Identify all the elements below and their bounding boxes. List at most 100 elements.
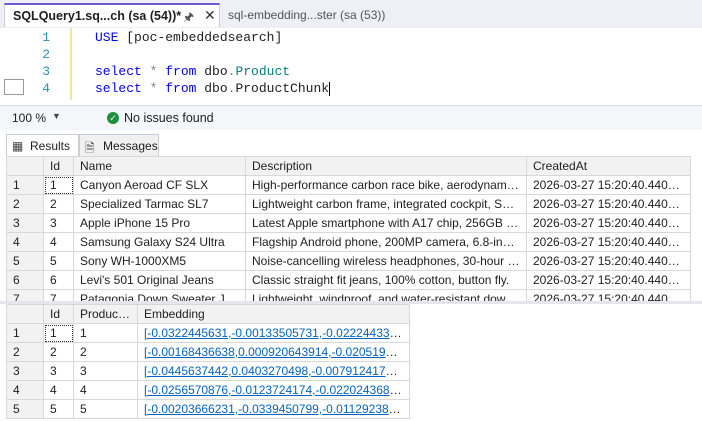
table-cell[interactable]: 2 [73, 342, 138, 362]
tab-results[interactable]: ▦ Results [6, 134, 79, 156]
table-cell[interactable]: 3 [43, 213, 74, 233]
table-cell[interactable]: Lightweight, windproof, and water-resist… [245, 289, 527, 301]
table-cell[interactable]: 1 [73, 323, 138, 343]
editor-line[interactable]: 4 select * from dbo.ProductChunk [0, 81, 702, 98]
table-cell[interactable]: [-0.0322445631,-0.00133505731,-0.0222443… [137, 323, 410, 343]
embedding-link[interactable]: [-0.0322445631,-0.00133505731,-0.0222443… [144, 326, 409, 340]
table-cell[interactable]: 7 [43, 289, 74, 301]
table-cell[interactable]: Specialized Tarmac SL7 [73, 194, 246, 214]
table-cell[interactable]: 4 [43, 232, 74, 252]
table-row[interactable]: 7 7 Patagonia Down Sweater Jacket Lightweig… [6, 289, 691, 301]
table-row[interactable]: 1 1 1 [-0.0322445631,-0.00133505731,-0.0222… [6, 323, 410, 343]
column-header[interactable]: Embedding [137, 304, 410, 324]
row-number[interactable]: 2 [6, 342, 44, 362]
column-header[interactable]: Id [43, 304, 74, 324]
table-cell[interactable]: Levi's 501 Original Jeans [73, 270, 246, 290]
column-header[interactable]: ProductId [73, 304, 138, 324]
table-cell[interactable]: [-0.00168436638,0.000920643914,-0.020519… [137, 342, 410, 362]
table-cell[interactable]: 6 [43, 270, 74, 290]
table-cell[interactable]: 2026-03-27 15:20:40.4400000 [526, 289, 691, 301]
table-row[interactable]: 5 5 5 [-0.00203666231,-0.0339450799,-0.0112… [6, 399, 410, 419]
table-cell[interactable]: Sony WH-1000XM5 [73, 251, 246, 271]
row-number[interactable]: 1 [6, 175, 44, 195]
column-header[interactable]: Id [43, 156, 74, 176]
tab-sql-embedding[interactable]: sql-embedding...ster (sa (53)) [228, 8, 385, 22]
tab-messages[interactable]: 🗎 Messages [79, 134, 159, 156]
results-grid-product-wrapper: Id Name Description CreatedAt 1 1 Canyon Aero… [0, 156, 702, 301]
table-cell[interactable]: Patagonia Down Sweater Jacket [73, 289, 246, 301]
row-number[interactable]: 7 [6, 289, 44, 301]
table-cell[interactable]: Latest Apple smartphone with A17 chip, 2… [245, 213, 527, 233]
table-row[interactable]: 5 5 Sony WH-1000XM5 Noise-cancelling wirele… [6, 251, 691, 271]
tab-sqlquery1[interactable]: SQLQuery1.sq...ch (sa (54))* 🖈 ✕ [4, 3, 220, 27]
chevron-down-icon[interactable]: ▼ [52, 111, 61, 121]
column-header[interactable]: CreatedAt [526, 156, 691, 176]
table-cell[interactable]: Lightweight carbon frame, integrated coc… [245, 194, 527, 214]
grid-icon: ▦ [12, 139, 24, 153]
table-cell[interactable]: 5 [43, 251, 74, 271]
table-cell[interactable]: 2026-03-27 15:20:40.4400000 [526, 213, 691, 233]
table-cell[interactable]: 1 [43, 175, 74, 195]
zoom-level[interactable]: 100 % [12, 111, 46, 125]
column-header[interactable]: Description [245, 156, 527, 176]
table-cell[interactable]: [-0.0445637442,0.0403270498,-0.007912417… [137, 361, 410, 381]
embedding-link[interactable]: [-0.00203666231,-0.0339450799,-0.0112923… [144, 402, 409, 416]
query-editor[interactable]: 1 USE [poc-embeddedsearch] 2 3 select * from… [0, 28, 702, 100]
table-cell[interactable]: [-0.0256570876,-0.0123724174,-0.02202436… [137, 380, 410, 400]
table-cell[interactable]: Noise-cancelling wireless headphones, 30… [245, 251, 527, 271]
code-token: dbo [204, 64, 228, 79]
pin-icon[interactable]: 🖈 [183, 8, 194, 29]
row-number[interactable]: 4 [6, 380, 44, 400]
close-tab-icon[interactable]: ✕ [204, 7, 216, 24]
row-number[interactable]: 2 [6, 194, 44, 214]
editor-line[interactable]: 2 [0, 47, 702, 64]
table-cell[interactable]: 2 [43, 194, 74, 214]
table-cell[interactable]: 3 [73, 361, 138, 381]
column-header[interactable]: Name [73, 156, 246, 176]
table-cell[interactable]: 2026-03-27 15:20:40.4400000 [526, 175, 691, 195]
table-row[interactable]: 2 2 Specialized Tarmac SL7 Lightweight carb… [6, 194, 691, 214]
row-number[interactable]: 5 [6, 399, 44, 419]
row-number[interactable]: 1 [6, 323, 44, 343]
table-cell[interactable]: 2026-03-27 15:20:40.4400000 [526, 232, 691, 252]
table-row[interactable]: 6 6 Levi's 501 Original Jeans Classic strai… [6, 270, 691, 290]
row-number[interactable]: 4 [6, 232, 44, 252]
code-token: ProductChunk [235, 81, 330, 96]
table-row[interactable]: 4 4 Samsung Galaxy S24 Ultra Flagship Andro… [6, 232, 691, 252]
table-cell[interactable]: Samsung Galaxy S24 Ultra [73, 232, 246, 252]
table-cell[interactable]: Apple iPhone 15 Pro [73, 213, 246, 233]
row-number-header [6, 156, 44, 176]
table-cell[interactable]: Canyon Aeroad CF SLX [73, 175, 246, 195]
table-row[interactable]: 3 3 Apple iPhone 15 Pro Latest Apple smartp… [6, 213, 691, 233]
row-number[interactable]: 3 [6, 213, 44, 233]
row-number[interactable]: 5 [6, 251, 44, 271]
row-number[interactable]: 3 [6, 361, 44, 381]
code-token: Product [235, 64, 291, 79]
table-cell[interactable]: 4 [73, 380, 138, 400]
table-cell[interactable]: 5 [73, 399, 138, 419]
code-token: * [149, 64, 166, 79]
table-cell[interactable]: 2026-03-27 15:20:40.4400000 [526, 251, 691, 271]
table-cell[interactable]: 4 [43, 380, 74, 400]
editor-line[interactable]: 3 select * from dbo.Product [0, 64, 702, 81]
table-row[interactable]: 2 2 2 [-0.00168436638,0.000920643914,-0.020… [6, 342, 410, 362]
table-row[interactable]: 1 1 Canyon Aeroad CF SLX High-performance c… [6, 175, 691, 195]
embedding-link[interactable]: [-0.00168436638,0.000920643914,-0.020519… [144, 345, 409, 359]
table-cell[interactable]: High-performance carbon race bike, aerod… [245, 175, 527, 195]
table-cell[interactable]: 1 [43, 323, 74, 343]
table-cell[interactable]: 3 [43, 361, 74, 381]
table-row[interactable]: 3 3 3 [-0.0445637442,0.0403270498,-0.007912… [6, 361, 410, 381]
row-number[interactable]: 6 [6, 270, 44, 290]
results-grid-productchunk-wrapper: Id ProductId Embedding 1 1 1 [-0.0322445631,-… [0, 304, 702, 421]
editor-line[interactable]: 1 USE [poc-embeddedsearch] [0, 30, 702, 47]
table-cell[interactable]: Flagship Android phone, 200MP camera, 6.… [245, 232, 527, 252]
table-cell[interactable]: Classic straight fit jeans, 100% cotton,… [245, 270, 527, 290]
table-cell[interactable]: 2026-03-27 15:20:40.4400000 [526, 194, 691, 214]
embedding-link[interactable]: [-0.0445637442,0.0403270498,-0.007912417… [144, 364, 409, 378]
table-cell[interactable]: [-0.00203666231,-0.0339450799,-0.0112923… [137, 399, 410, 419]
table-cell[interactable]: 5 [43, 399, 74, 419]
table-cell[interactable]: 2 [43, 342, 74, 362]
table-row[interactable]: 4 4 4 [-0.0256570876,-0.0123724174,-0.02202… [6, 380, 410, 400]
table-cell[interactable]: 2026-03-27 15:20:40.4400000 [526, 270, 691, 290]
embedding-link[interactable]: [-0.0256570876,-0.0123724174,-0.02202436… [144, 383, 409, 397]
